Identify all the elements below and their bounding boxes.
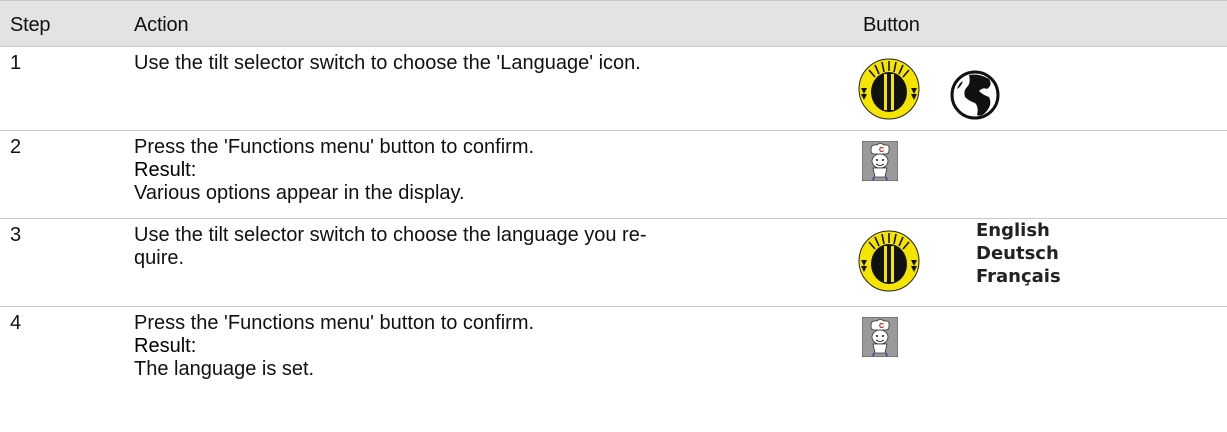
header-button: Button: [863, 14, 920, 36]
result-label: Result:: [134, 335, 197, 357]
step-number: 2: [10, 136, 22, 158]
table-row: 1 Use the tilt selector switch to choose…: [0, 47, 1227, 131]
table-row: 3 Use the tilt selector switch to choose…: [0, 219, 1227, 307]
action-text: Press the 'Functions menu' button to con…: [134, 136, 535, 158]
action-cell: Press the 'Functions menu' button to con…: [134, 312, 534, 381]
step-number: 3: [10, 224, 22, 246]
action-text: Press the 'Functions menu' button to con…: [134, 312, 535, 334]
action-text: Use the tilt selector switch to choose t…: [134, 52, 641, 74]
language-options: English Deutsch Français: [976, 219, 1061, 288]
tilt-selector-dial-icon: [858, 58, 920, 120]
tilt-selector-dial-icon: [858, 230, 920, 292]
action-text: Use the tilt selector switch to choose t…: [134, 224, 647, 246]
svg-text:C: C: [879, 147, 884, 154]
action-text-continued: quire.: [134, 247, 185, 269]
header-step: Step: [10, 14, 51, 36]
step-number: 1: [10, 52, 22, 74]
language-globe-icon: [950, 70, 1000, 120]
functions-menu-chef-icon[interactable]: C: [862, 141, 898, 181]
result-text: Various options appear in the display.: [134, 182, 465, 204]
header-action: Action: [134, 14, 189, 36]
result-text: The language is set.: [134, 358, 315, 380]
action-cell: Press the 'Functions menu' button to con…: [134, 136, 534, 205]
step-number: 4: [10, 312, 22, 334]
result-label: Result:: [134, 159, 197, 181]
table-row: 2 Press the 'Functions menu' button to c…: [0, 131, 1227, 219]
language-option-deutsch: Deutsch: [976, 243, 1059, 264]
table-row: 4 Press the 'Functions menu' button to c…: [0, 307, 1227, 429]
functions-menu-chef-icon[interactable]: C: [862, 317, 898, 357]
language-option-francais: Français: [976, 266, 1061, 287]
action-cell: Use the tilt selector switch to choose t…: [134, 224, 647, 270]
instruction-table: Step Action Button 1 Use the tilt select…: [0, 0, 1227, 429]
svg-text:C: C: [879, 323, 884, 330]
table-header: Step Action Button: [0, 0, 1227, 47]
language-option-english: English: [976, 220, 1050, 241]
